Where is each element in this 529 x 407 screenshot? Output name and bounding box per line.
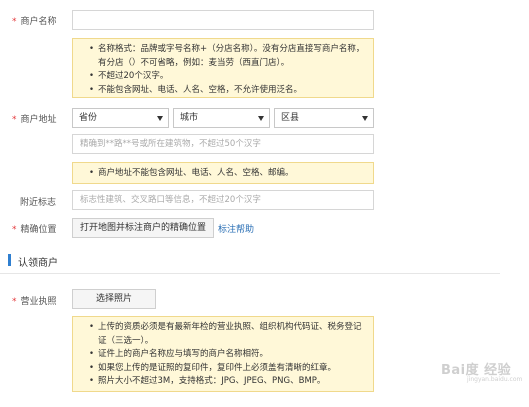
chevron-down-icon (362, 116, 368, 121)
watermark-sub: jingyan.baidu.com (467, 376, 523, 383)
tip-item: 不能包含网址、电话、人名、空格，不允许使用泛名。 (89, 84, 365, 98)
tip-item: 上传的资质必须是有最新年检的营业执照、组织机构代码证、税务登记证（三选一）。 (89, 321, 365, 348)
precise-location-label: * 精确位置 (12, 225, 57, 235)
merchant-name-tips: 名称格式：品牌或字号名称+（分店名称）。没有分店直接写商户名称，有分店（）不可省… (72, 38, 374, 98)
section-title: 认领商户 (18, 258, 58, 269)
license-tips: 上传的资质必须是有最新年检的营业执照、组织机构代码证、税务登记证（三选一）。 证… (72, 316, 374, 392)
tip-item: 商户地址不能包含网址、电话、人名、空格、邮编。 (89, 167, 365, 181)
province-select[interactable]: 省份 (72, 108, 169, 128)
section-accent-bar (8, 254, 11, 266)
nearby-landmark-input[interactable]: 标志性建筑、交叉路口等信息，不超过20个汉字 (72, 190, 374, 210)
address-tips: 商户地址不能包含网址、电话、人名、空格、邮编。 (72, 162, 374, 184)
tip-item: 不超过20个汉字。 (89, 70, 365, 84)
chevron-down-icon (157, 116, 163, 121)
baidu-jingyan-watermark: Bai度 经验 jingyan.baidu.com (429, 357, 523, 387)
tip-item: 如果您上传的是证照的复印件，复印件上必须盖有清晰的红章。 (89, 362, 365, 376)
merchant-address-label: * 商户地址 (12, 115, 57, 125)
select-photo-button[interactable]: 选择照片 (72, 289, 156, 309)
section-divider (0, 273, 500, 274)
tip-item: 名称格式：品牌或字号名称+（分店名称）。没有分店直接写商户名称，有分店（）不可省… (89, 43, 365, 70)
address-detail-input[interactable]: 精确到**路**号或所在建筑物，不超过50个汉字 (72, 134, 374, 154)
tip-item: 照片大小不超过3M，支持格式：JPG、JPEG、PNG、BMP。 (89, 375, 365, 389)
open-map-button[interactable]: 打开地图并标注商户的精确位置 (72, 218, 214, 238)
district-select[interactable]: 区县 (274, 108, 374, 128)
merchant-name-label: * 商户名称 (12, 17, 57, 27)
city-select[interactable]: 城市 (173, 108, 270, 128)
business-license-label: * 营业执照 (12, 297, 57, 307)
chevron-down-icon (258, 116, 264, 121)
merchant-name-input[interactable] (72, 10, 374, 30)
mark-help-link[interactable]: 标注帮助 (218, 222, 254, 235)
tip-item: 证件上的商户名称应与填写的商户名称相符。 (89, 348, 365, 362)
nearby-landmark-label: 附近标志 (20, 198, 57, 208)
